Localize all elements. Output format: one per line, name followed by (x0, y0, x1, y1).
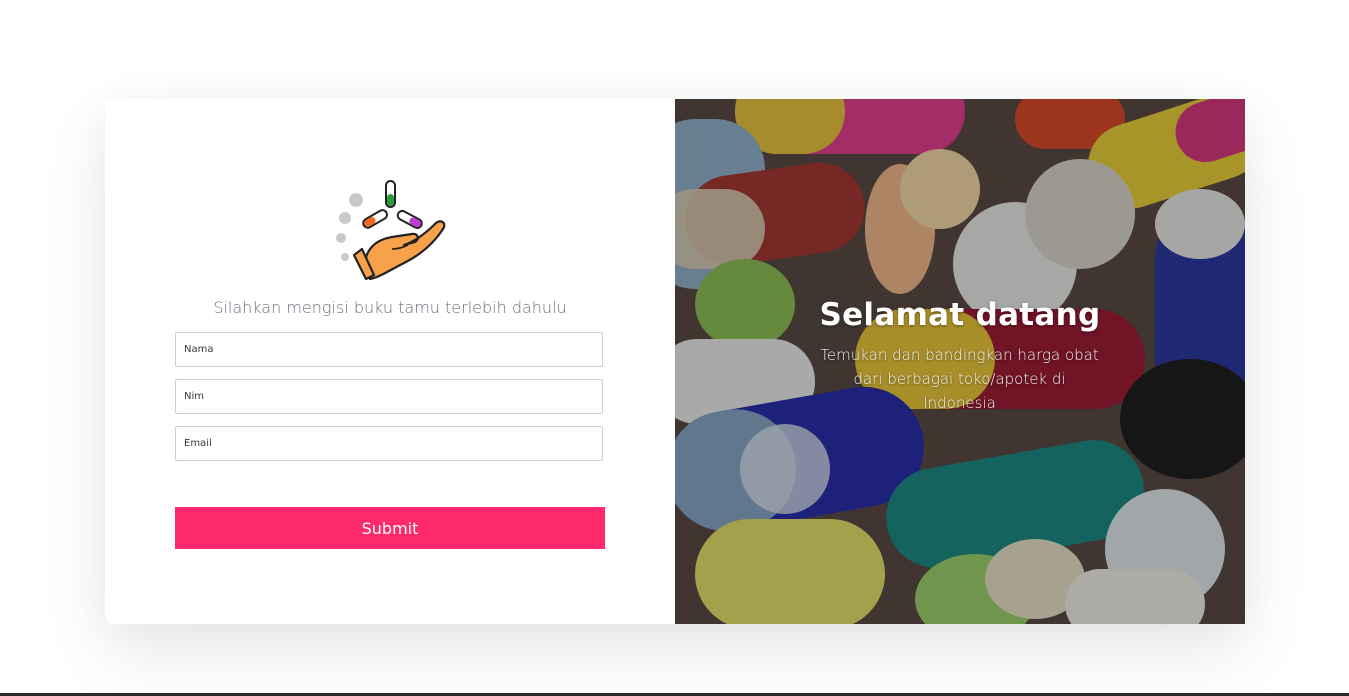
submit-button[interactable]: Submit (175, 507, 605, 549)
guestbook-card: Silahkan mengisi buku tamu terlebih dahu… (105, 99, 1245, 624)
form-panel: Silahkan mengisi buku tamu terlebih dahu… (105, 99, 675, 624)
name-field[interactable] (175, 332, 603, 367)
hero-description: Temukan dan bandingkan harga obat dari b… (820, 346, 1099, 412)
hero-title: Selamat datang (819, 297, 1101, 333)
nim-field[interactable] (175, 379, 603, 414)
hero-panel: Selamat datang Temukan dan bandingkan ha… (675, 99, 1245, 624)
form-subtitle: Silahkan mengisi buku tamu terlebih dahu… (213, 298, 567, 317)
email-field[interactable] (175, 426, 603, 461)
hand-with-pills-icon (336, 180, 446, 281)
